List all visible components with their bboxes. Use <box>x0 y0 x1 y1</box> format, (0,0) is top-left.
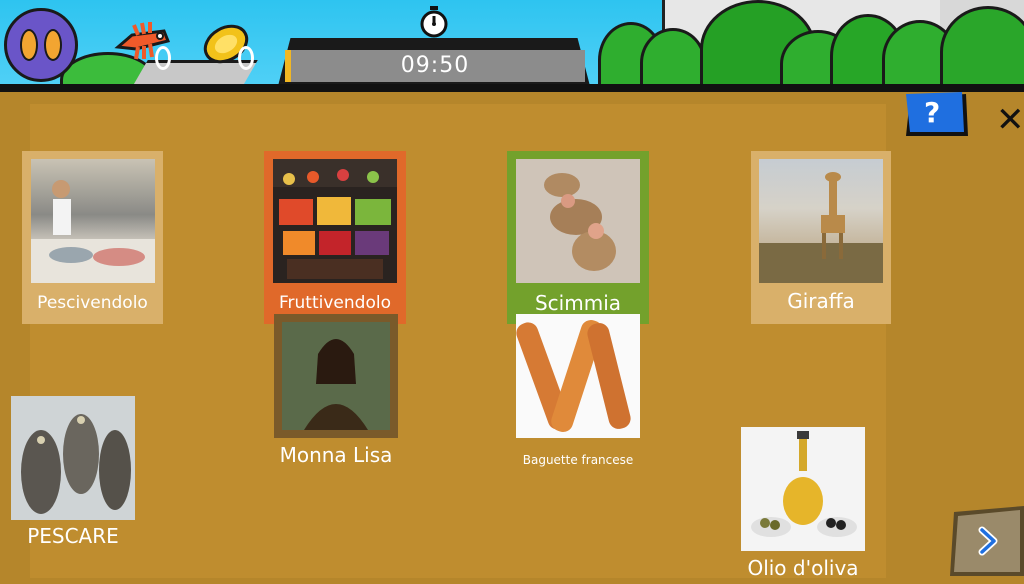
stopwatch-icon <box>418 6 450 38</box>
baguette-photo <box>516 314 640 438</box>
counter-oval <box>238 46 254 70</box>
mona-lisa-photo <box>274 314 398 438</box>
card-label: Pescivendolo <box>37 293 148 313</box>
close-button[interactable]: ✕ <box>996 100 1024 140</box>
card-label: Scimmia <box>534 291 622 315</box>
timer-value: 09:50 <box>400 53 470 78</box>
card-baguette[interactable]: Baguette francese <box>507 313 649 473</box>
fishmonger-photo <box>31 159 155 283</box>
card-scimmia[interactable]: Scimmia <box>507 151 649 324</box>
card-pescare[interactable]: PESCARE <box>8 394 138 554</box>
olive-oil-photo <box>741 427 865 551</box>
monkeys-photo <box>516 159 640 283</box>
card-label: Monna Lisa <box>279 443 393 467</box>
help-button[interactable]: ? <box>904 92 968 138</box>
divider <box>0 84 1024 92</box>
next-button[interactable]: › <box>950 506 1024 576</box>
card-monna-lisa[interactable]: Monna Lisa <box>272 313 400 473</box>
help-label: ? <box>924 96 941 129</box>
card-pescivendolo[interactable]: Pescivendolo <box>22 151 163 324</box>
card-label: Olio d'oliva <box>747 556 859 580</box>
footprints-icon[interactable] <box>4 8 78 82</box>
card-giraffa[interactable]: Giraffa <box>751 151 891 324</box>
card-label: Giraffa <box>787 289 855 313</box>
card-label: PESCARE <box>27 524 119 548</box>
card-label: Baguette francese <box>522 453 634 467</box>
fish-on-ice-photo <box>11 396 135 520</box>
card-olio-oliva[interactable]: Olio d'oliva <box>738 426 868 584</box>
giraffe-photo <box>759 159 883 283</box>
greengrocer-photo <box>273 159 397 283</box>
card-label: Fruttivendolo <box>279 293 391 313</box>
card-fruttivendolo[interactable]: Fruttivendolo <box>264 151 406 324</box>
counter-oval <box>155 46 171 70</box>
close-icon: ✕ <box>996 100 1024 140</box>
